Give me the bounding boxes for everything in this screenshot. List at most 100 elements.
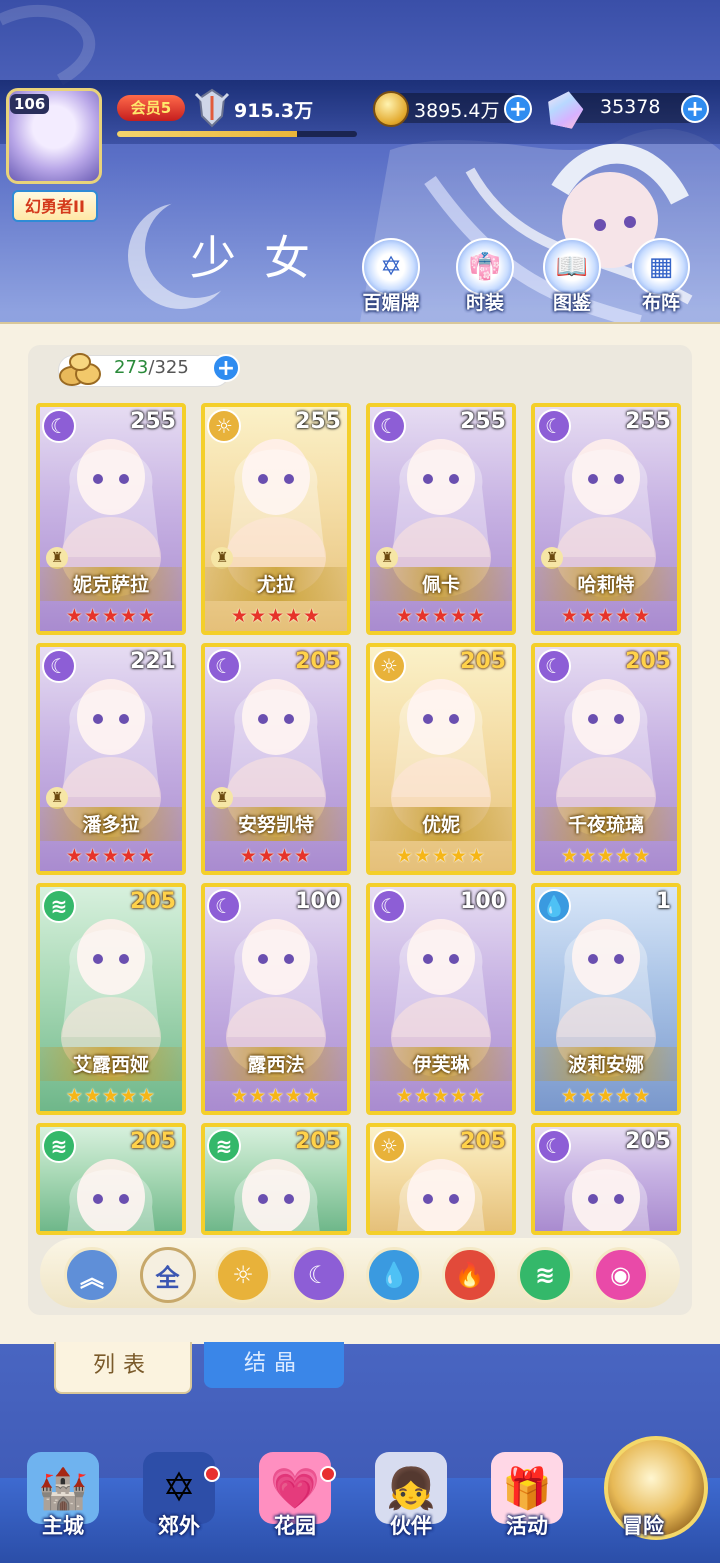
spirit-icon: ◉	[610, 1261, 631, 1289]
fire-icon: 🔥	[454, 1261, 485, 1289]
codex-label: 图鉴	[552, 292, 591, 314]
character-level: 205	[130, 889, 176, 914]
wind-element-icon: ≋	[42, 1129, 76, 1163]
formation-button[interactable]: ▦ 布阵	[628, 238, 694, 315]
character-name: 佩卡	[421, 574, 460, 596]
roster-count: 273/325	[114, 357, 189, 378]
nav-item-castle[interactable]: 🏰 主城	[8, 1452, 118, 1540]
player-title-badge[interactable]: 幻勇者II	[12, 190, 98, 222]
wind-element-icon: ≋	[207, 1129, 241, 1163]
character-level: 205	[625, 1129, 671, 1154]
star-rating: ★★★★★	[230, 1085, 322, 1107]
character-name: 伊芙琳	[412, 1054, 470, 1076]
formation-rook-icon: ♜	[211, 547, 233, 569]
character-card[interactable]: ☾ 221 ♜ 潘多拉 ★★★★★	[36, 643, 186, 875]
nav-label: 冒险	[622, 1514, 664, 1538]
nav-label: 主城	[42, 1514, 84, 1538]
star-rating: ★★★★★	[230, 605, 322, 627]
moon-element-icon: ☾	[42, 649, 76, 683]
filter-spirit-button[interactable]: ◉	[592, 1247, 649, 1303]
character-card[interactable]: ≋ 205	[36, 1123, 186, 1235]
formation-label: 布阵	[641, 292, 680, 314]
character-card[interactable]: ☾ 255 ♜ 佩卡 ★★★★★	[366, 403, 516, 635]
collapse-icon: ︽	[80, 1263, 104, 1292]
moon-icon: ☾	[307, 1261, 330, 1289]
nav-item-gift[interactable]: 🎁 活动	[472, 1452, 582, 1540]
sun-icon: ☼	[232, 1261, 254, 1289]
character-card[interactable]: ☾ 205 千夜琉璃 ★★★★★	[531, 643, 681, 875]
star-rating: ★★★★★	[560, 845, 652, 867]
moon-element-icon: ☾	[537, 1129, 571, 1163]
sun-element-icon: ☼	[372, 1129, 406, 1163]
water-icon: 💧	[379, 1261, 409, 1289]
add-gold-button[interactable]: +	[504, 95, 532, 123]
tab-crystal[interactable]: 结晶	[204, 1342, 344, 1388]
nav-item-adventure[interactable]: 冒险	[588, 1452, 698, 1540]
filter-collapse-button[interactable]: ︽	[64, 1247, 120, 1303]
character-level: 205	[460, 649, 506, 674]
formation-rook-icon: ♜	[46, 547, 68, 569]
character-card[interactable]: 💧 1 波莉安娜 ★★★★★	[531, 883, 681, 1115]
filter-sun-button[interactable]: ☼	[215, 1247, 271, 1303]
character-name: 优妮	[421, 814, 460, 836]
character-card[interactable]: ≋ 205	[201, 1123, 351, 1235]
character-name: 露西法	[247, 1054, 305, 1076]
character-card[interactable]: ☾ 255 ♜ 妮克萨拉 ★★★★★	[36, 403, 186, 635]
character-name: 安努凯特	[237, 814, 314, 836]
vip-badge[interactable]: 会员5	[117, 95, 185, 121]
character-card[interactable]: ☼ 205	[366, 1123, 516, 1235]
add-gems-button[interactable]: +	[681, 95, 709, 123]
roster-count-current: 273	[114, 357, 149, 378]
formation-rook-icon: ♜	[211, 787, 233, 809]
sun-element-icon: ☼	[372, 649, 406, 683]
character-card[interactable]: ☼ 255 ♜ 尤拉 ★★★★★	[201, 403, 351, 635]
character-card[interactable]: ☾ 100 露西法 ★★★★★	[201, 883, 351, 1115]
outfit-label: 时装	[465, 292, 504, 314]
gold-amount: 3895.4万	[414, 100, 500, 122]
character-card[interactable]: ≋ 205 艾露西娅 ★★★★★	[36, 883, 186, 1115]
nav-item-garden[interactable]: 💗 花园	[240, 1452, 350, 1540]
notification-dot	[204, 1466, 220, 1482]
nav-item-partner[interactable]: 👧 伙伴	[356, 1452, 466, 1540]
character-level: 205	[130, 1129, 176, 1154]
wind-icon: ≋	[534, 1261, 556, 1289]
moon-element-icon: ☾	[42, 409, 76, 443]
star-rating: ★★★★★	[65, 605, 157, 627]
moon-element-icon: ☾	[537, 409, 571, 443]
filter-moon-button[interactable]: ☾	[290, 1247, 347, 1303]
nav-item-wilds[interactable]: ✡ 郊外	[124, 1452, 234, 1540]
gem-amount: 35378	[600, 96, 661, 118]
filter-fire-button[interactable]: 🔥	[441, 1247, 498, 1303]
tab-list[interactable]: 列表	[54, 1342, 192, 1394]
character-card[interactable]: ☾ 205	[531, 1123, 681, 1235]
character-level: 255	[460, 409, 506, 434]
character-level: 100	[295, 889, 341, 914]
filter-water-button[interactable]: 💧	[366, 1247, 422, 1303]
character-card[interactable]: ☾ 255 ♜ 哈莉特 ★★★★★	[531, 403, 681, 635]
outfit-button[interactable]: 👘 时装	[452, 238, 518, 315]
notification-dot	[320, 1466, 336, 1482]
card-collection-button[interactable]: ✡ 百媚牌	[358, 238, 424, 315]
page-title: 少女	[190, 231, 338, 285]
nav-label: 活动	[506, 1514, 548, 1538]
character-name: 潘多拉	[82, 814, 140, 836]
expand-roster-button[interactable]: +	[212, 354, 240, 382]
character-level: 255	[130, 409, 176, 434]
nav-label: 郊外	[158, 1514, 200, 1538]
moon-element-icon: ☾	[207, 889, 241, 923]
character-card[interactable]: ☾ 205 ♜ 安努凯特 ★★★★	[201, 643, 351, 875]
character-level: 1	[655, 889, 671, 914]
star-rating: ★★★★★	[65, 1085, 157, 1107]
codex-button[interactable]: 📖 图鉴	[539, 238, 605, 315]
character-card[interactable]: ☾ 100 伊芙琳 ★★★★★	[366, 883, 516, 1115]
combat-power-icon	[194, 88, 230, 128]
water-element-icon: 💧	[537, 889, 571, 923]
character-name: 尤拉	[256, 574, 295, 596]
character-card[interactable]: ☼ 205 优妮 ★★★★★	[366, 643, 516, 875]
character-name: 哈莉特	[577, 574, 635, 596]
filter-all-button[interactable]: 全	[139, 1247, 196, 1303]
character-level: 255	[625, 409, 671, 434]
filter-wind-button[interactable]: ≋	[517, 1247, 573, 1303]
star-rating: ★★★★★	[560, 1085, 652, 1107]
moon-element-icon: ☾	[537, 649, 571, 683]
